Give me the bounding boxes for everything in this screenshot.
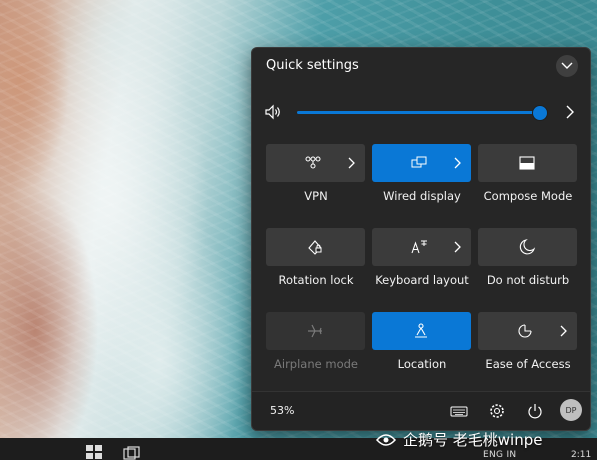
- tile-label-location: Location: [397, 357, 447, 371]
- input-language-indicator[interactable]: ENG IN: [483, 450, 516, 460]
- panel-footer: 53% DP: [252, 391, 590, 430]
- collapse-button[interactable]: [556, 55, 578, 77]
- chevron-right-icon[interactable]: [347, 154, 357, 172]
- tile-label-keyboard-layout: Keyboard layout: [375, 273, 469, 287]
- tile-label-ease-of-access: Ease of Access: [485, 357, 571, 371]
- volume-row: [252, 100, 590, 124]
- location-icon: [415, 323, 427, 338]
- panel-title: Quick settings: [266, 58, 359, 73]
- tile-label-do-not-disturb: Do not disturb: [486, 273, 570, 287]
- chevron-right-icon[interactable]: [453, 238, 463, 256]
- compose-mode-tile[interactable]: [478, 144, 577, 182]
- watermark-text: 企鹅号 老毛桃winpe: [403, 431, 543, 449]
- settings-gear-icon[interactable]: [488, 402, 506, 420]
- user-avatar[interactable]: DP: [560, 399, 582, 421]
- compose-mode-icon: [519, 156, 535, 170]
- task-view-icon[interactable]: [123, 446, 141, 460]
- tile-label-rotation-lock: Rotation lock: [278, 273, 354, 287]
- do-not-disturb-tile[interactable]: [478, 228, 577, 266]
- keyboard-layout-icon: [411, 240, 427, 254]
- chevron-right-icon[interactable]: [559, 322, 569, 340]
- keyboard-icon[interactable]: [450, 402, 468, 420]
- tile-label-compose-mode: Compose Mode: [483, 189, 573, 203]
- battery-percentage[interactable]: 53%: [270, 404, 294, 417]
- ease-of-access-tile[interactable]: [478, 312, 577, 350]
- quick-settings-panel: Quick settings VPN Wired display Compose…: [251, 47, 591, 431]
- chevron-right-icon[interactable]: [564, 103, 576, 121]
- wired-display-tile[interactable]: [372, 144, 471, 182]
- tile-label-vpn: VPN: [304, 189, 328, 203]
- location-tile[interactable]: [372, 312, 471, 350]
- moon-icon: [519, 239, 536, 255]
- volume-slider-thumb[interactable]: [532, 105, 548, 121]
- rotation-lock-icon: [308, 240, 322, 255]
- watermark-logo-icon: [375, 433, 397, 446]
- keyboard-layout-tile[interactable]: [372, 228, 471, 266]
- power-icon[interactable]: [526, 402, 544, 420]
- speaker-icon[interactable]: [264, 103, 282, 121]
- windows-start-icon[interactable]: [85, 444, 103, 460]
- airplane-icon: [308, 324, 322, 338]
- project-display-icon: [411, 156, 427, 168]
- tile-label-airplane-mode: Airplane mode: [274, 357, 358, 371]
- chevron-right-icon[interactable]: [453, 154, 463, 172]
- volume-slider-track[interactable]: [297, 111, 541, 114]
- taskbar-clock[interactable]: 2:11: [571, 450, 591, 460]
- tile-label-wired-display: Wired display: [383, 189, 461, 203]
- watermark: 企鹅号 老毛桃winpe: [375, 429, 542, 450]
- rotation-lock-tile[interactable]: [266, 228, 365, 266]
- chevron-down-icon: [561, 62, 573, 69]
- vpn-tile[interactable]: [266, 144, 365, 182]
- vpn-icon: [305, 156, 321, 169]
- airplane-mode-tile[interactable]: [266, 312, 365, 350]
- ease-of-access-icon: [518, 324, 532, 338]
